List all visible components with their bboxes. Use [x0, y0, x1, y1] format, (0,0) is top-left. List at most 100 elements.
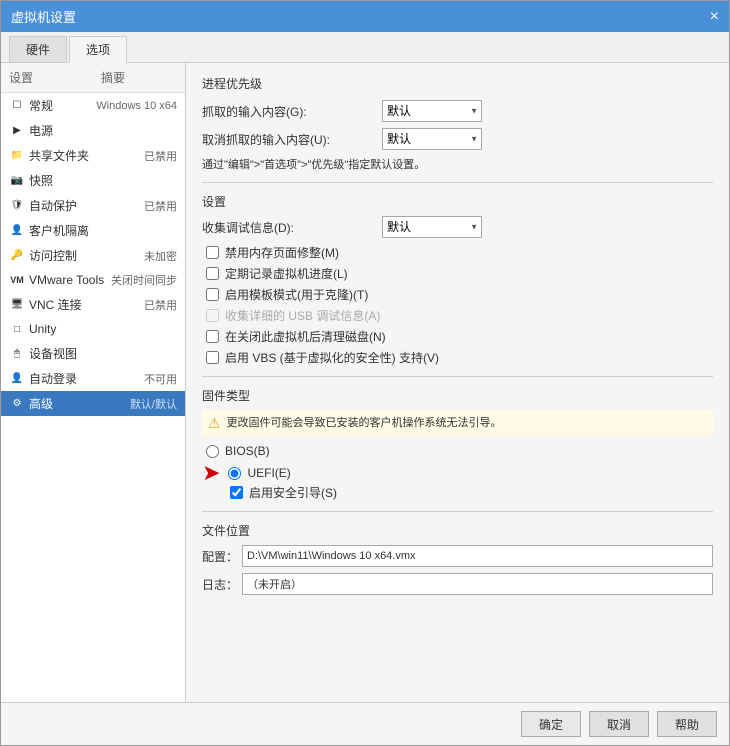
- sidebar-item-shared-folder[interactable]: 📁 共享文件夹 已禁用: [1, 143, 185, 168]
- capture-label: 抓取的输入内容(G):: [202, 103, 382, 120]
- capture-select-wrapper: 默认: [382, 100, 482, 122]
- sidebar-item-snapshot[interactable]: 📷 快照: [1, 168, 185, 193]
- uefi-label: UEFI(E): [247, 466, 290, 480]
- uefi-radio-row: UEFI(E): [224, 466, 290, 480]
- file-section: 文件位置 配置： 日志：: [202, 522, 713, 595]
- vnc-icon: 🖥: [9, 297, 25, 313]
- disable-mem-checkbox[interactable]: [206, 246, 219, 259]
- vbs-label: 启用 VBS (基于虚拟化的安全性) 支持(V): [225, 349, 439, 366]
- settings-section-title: 设置: [202, 193, 713, 210]
- capture-row: 抓取的输入内容(G): 默认: [202, 100, 713, 122]
- cancel-button[interactable]: 取消: [589, 711, 649, 737]
- vmware-tools-icon: VM: [9, 272, 25, 288]
- ok-button[interactable]: 确定: [521, 711, 581, 737]
- sidebar-item-access-control[interactable]: 🔑 访问控制 未加密: [1, 243, 185, 268]
- priority-section-title: 进程优先级: [202, 75, 713, 92]
- window-title: 虚拟机设置: [11, 7, 76, 26]
- auto-protect-icon: 🛡: [9, 198, 25, 214]
- config-file-input[interactable]: [242, 545, 713, 567]
- bottom-bar: 确定 取消 帮助: [1, 702, 729, 745]
- priority-section: 进程优先级 抓取的输入内容(G): 默认 取消抓取的输入内容(U): 默认: [202, 75, 713, 172]
- advanced-icon: ⚙: [9, 396, 25, 412]
- sidebar-item-guest-isolation[interactable]: 👤 客户机隔离: [1, 218, 185, 243]
- left-panel-header: 设置 摘要: [1, 63, 185, 93]
- red-arrow-icon: ➤: [202, 462, 220, 484]
- log-file-row: 日志：: [202, 573, 713, 595]
- vbs-checkbox[interactable]: [206, 351, 219, 364]
- snapshot-icon: 📷: [9, 173, 25, 189]
- device-view-icon: 🖱: [9, 346, 25, 362]
- secure-boot-checkbox[interactable]: [230, 486, 243, 499]
- log-file-label: 日志：: [202, 576, 242, 593]
- tabs-bar: 硬件 选项: [1, 32, 729, 63]
- content-area: 设置 摘要 ☐ 常规 Windows 10 x64 ▶ 电源 📁 共享文件夹 已…: [1, 63, 729, 702]
- general-icon: ☐: [9, 98, 25, 114]
- cancel-capture-row: 取消抓取的输入内容(U): 默认: [202, 128, 713, 150]
- sidebar-item-advanced[interactable]: ⚙ 高级 默认/默认: [1, 391, 185, 416]
- checkbox-row-log-progress: 定期记录虚拟机进度(L): [202, 265, 713, 282]
- main-window: 虚拟机设置 × 硬件 选项 设置 摘要 ☐ 常规 Windows 10 x64: [0, 0, 730, 746]
- settings-section: 设置 收集调试信息(D): 默认 禁用内存页面修整(M) 定期记录虚拟机进度(: [202, 193, 713, 366]
- usb-debug-label: 收集详细的 USB 调试信息(A): [225, 307, 380, 324]
- guest-isolation-icon: 👤: [9, 223, 25, 239]
- access-control-icon: 🔑: [9, 248, 25, 264]
- collect-debug-row: 收集调试信息(D): 默认: [202, 216, 713, 238]
- disable-mem-label: 禁用内存页面修整(M): [225, 244, 339, 261]
- power-icon: ▶: [9, 123, 25, 139]
- clean-disk-label: 在关闭此虚拟机后清理磁盘(N): [225, 328, 386, 345]
- priority-note: 通过"编辑">"首选项">"优先级"指定默认设置。: [202, 156, 713, 172]
- config-file-row: 配置：: [202, 545, 713, 567]
- checkbox-row-usb-debug: 收集详细的 USB 调试信息(A): [202, 307, 713, 324]
- cancel-capture-label: 取消抓取的输入内容(U):: [202, 131, 382, 148]
- help-button[interactable]: 帮助: [657, 711, 717, 737]
- collect-debug-select-wrapper: 默认: [382, 216, 482, 238]
- checkbox-row-template: 启用模板模式(用于克隆)(T): [202, 286, 713, 303]
- divider-2: [202, 376, 713, 377]
- sidebar-item-device-view[interactable]: 🖱 设备视图: [1, 341, 185, 366]
- checkbox-row-disable-mem: 禁用内存页面修整(M): [202, 244, 713, 261]
- sidebar-item-general[interactable]: ☐ 常规 Windows 10 x64: [1, 93, 185, 118]
- collect-debug-label: 收集调试信息(D):: [202, 219, 382, 236]
- cancel-capture-select[interactable]: 默认: [382, 128, 482, 150]
- checkbox-row-clean-disk: 在关闭此虚拟机后清理磁盘(N): [202, 328, 713, 345]
- bios-label: BIOS(B): [225, 444, 270, 458]
- divider-3: [202, 511, 713, 512]
- tab-options[interactable]: 选项: [69, 36, 127, 63]
- auto-login-icon: 👤: [9, 371, 25, 387]
- collect-debug-select[interactable]: 默认: [382, 216, 482, 238]
- usb-debug-checkbox[interactable]: [206, 309, 219, 322]
- firmware-warning-text: 更改固件可能会导致已安装的客户机操作系统无法引导。: [227, 414, 502, 430]
- sidebar-item-power[interactable]: ▶ 电源: [1, 118, 185, 143]
- template-mode-checkbox[interactable]: [206, 288, 219, 301]
- sidebar-item-auto-protect[interactable]: 🛡 自动保护 已禁用: [1, 193, 185, 218]
- log-file-input[interactable]: [242, 573, 713, 595]
- file-section-title: 文件位置: [202, 522, 713, 539]
- secure-boot-row: 启用安全引导(S): [202, 484, 713, 501]
- sidebar-item-vnc[interactable]: 🖥 VNC 连接 已禁用: [1, 292, 185, 317]
- title-bar: 虚拟机设置 ×: [1, 1, 729, 32]
- shared-folder-icon: 📁: [9, 148, 25, 164]
- template-mode-label: 启用模板模式(用于克隆)(T): [225, 286, 368, 303]
- uefi-radio-container: ➤ UEFI(E): [202, 462, 291, 484]
- firmware-section-title: 固件类型: [202, 387, 713, 404]
- warning-icon: ⚠: [208, 415, 221, 432]
- bios-radio-row: BIOS(B): [202, 444, 713, 458]
- left-panel: 设置 摘要 ☐ 常规 Windows 10 x64 ▶ 电源 📁 共享文件夹 已…: [1, 63, 186, 702]
- log-progress-label: 定期记录虚拟机进度(L): [225, 265, 348, 282]
- sidebar-item-unity[interactable]: □ Unity: [1, 317, 185, 341]
- firmware-section: 固件类型 ⚠ 更改固件可能会导致已安装的客户机操作系统无法引导。 BIOS(B)…: [202, 387, 713, 501]
- cancel-capture-select-wrapper: 默认: [382, 128, 482, 150]
- log-progress-checkbox[interactable]: [206, 267, 219, 280]
- sidebar-item-auto-login[interactable]: 👤 自动登录 不可用: [1, 366, 185, 391]
- sidebar-item-vmware-tools[interactable]: VM VMware Tools 关闭时间同步: [1, 268, 185, 292]
- uefi-radio[interactable]: [228, 467, 241, 480]
- capture-select[interactable]: 默认: [382, 100, 482, 122]
- uefi-section: ➤ UEFI(E): [202, 462, 713, 484]
- close-button[interactable]: ×: [710, 9, 719, 25]
- clean-disk-checkbox[interactable]: [206, 330, 219, 343]
- right-panel: 进程优先级 抓取的输入内容(G): 默认 取消抓取的输入内容(U): 默认: [186, 63, 729, 702]
- divider-1: [202, 182, 713, 183]
- secure-boot-label: 启用安全引导(S): [249, 484, 337, 501]
- bios-radio[interactable]: [206, 445, 219, 458]
- tab-hardware[interactable]: 硬件: [9, 36, 67, 62]
